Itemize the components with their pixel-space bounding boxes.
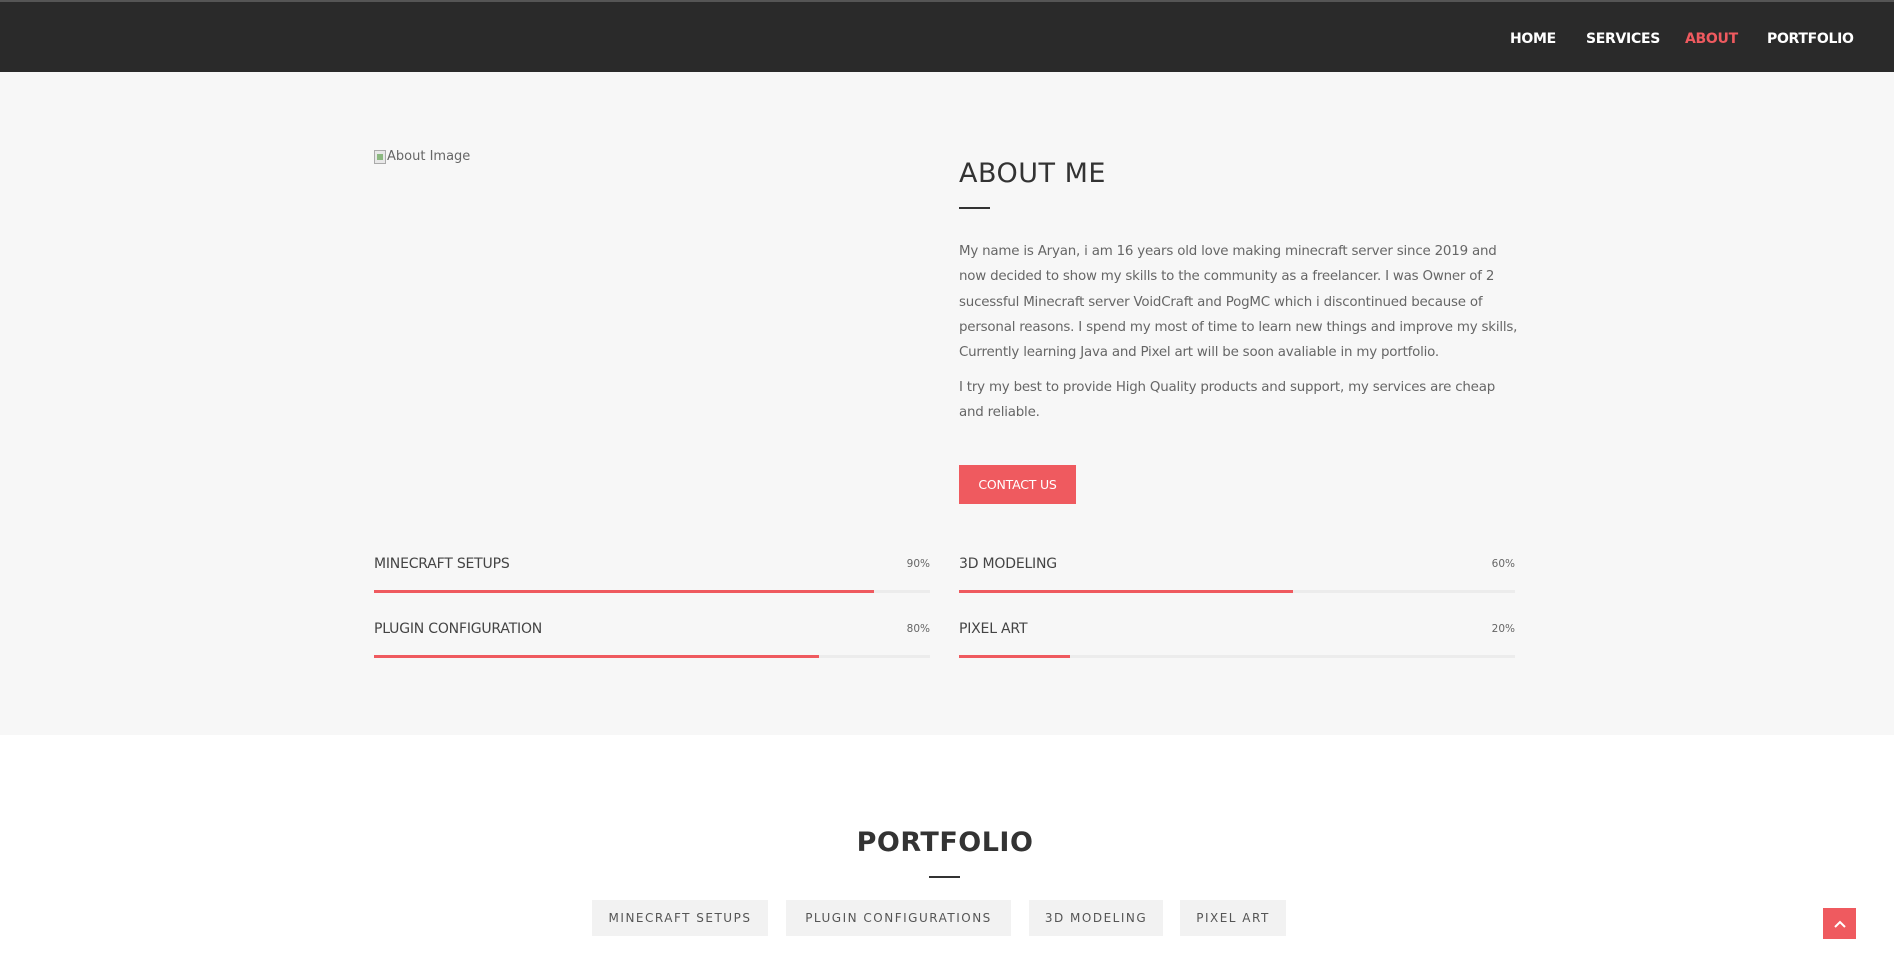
about-paragraph-2: I try my best to provide High Quality pr…	[959, 380, 1496, 421]
filter-3d-modeling[interactable]: 3D MODELING	[1029, 900, 1163, 936]
portfolio-title: PORTFOLIO	[856, 827, 1034, 858]
skill-plugin-configuration: PLUGIN CONFIGURATION 80%	[374, 621, 930, 661]
skill-progress-bar	[374, 590, 875, 593]
filter-plugin-configurations[interactable]: PLUGIN CONFIGURATIONS	[786, 900, 1011, 936]
skill-track	[374, 655, 930, 658]
back-to-top-button[interactable]	[1823, 908, 1856, 939]
skill-progress-bar	[959, 590, 1293, 593]
about-paragraph-1: My name is Aryan, i am 16 years old love…	[959, 244, 1518, 361]
skill-name: MINECRAFT SETUPS	[374, 556, 510, 572]
skill-progress-bar	[374, 655, 819, 658]
about-section: About Image ABOUT ME My name is Aryan, i…	[0, 72, 1894, 735]
portfolio-title-divider	[929, 876, 960, 878]
filter-pixel-art[interactable]: PIXEL ART	[1180, 900, 1286, 936]
skill-name: 3D MODELING	[959, 556, 1057, 572]
navbar: HOME SERVICES ABOUT PORTFOLIO	[0, 0, 1894, 72]
nav-about-link[interactable]: ABOUT	[1685, 31, 1738, 47]
about-title-divider	[959, 207, 990, 209]
skill-pixel-art: PIXEL ART 20%	[959, 621, 1515, 661]
filter-minecraft-setups[interactable]: MINECRAFT SETUPS	[592, 900, 768, 936]
skill-track	[959, 590, 1515, 593]
skill-3d-modeling: 3D MODELING 60%	[959, 556, 1515, 596]
skill-name: PIXEL ART	[959, 621, 1028, 637]
about-title: ABOUT ME	[959, 158, 1106, 189]
nav-services-link[interactable]: SERVICES	[1586, 31, 1660, 47]
skill-percent: 60%	[1491, 558, 1515, 570]
skill-percent: 80%	[906, 623, 930, 635]
skill-minecraft-setups: MINECRAFT SETUPS 90%	[374, 556, 930, 596]
skill-track	[959, 655, 1515, 658]
skill-track	[374, 590, 930, 593]
skill-percent: 90%	[906, 558, 930, 570]
skill-percent: 20%	[1491, 623, 1515, 635]
skill-name: PLUGIN CONFIGURATION	[374, 621, 543, 637]
about-image: About Image	[374, 149, 470, 164]
broken-image-icon	[374, 149, 386, 164]
contact-us-button[interactable]: CONTACT US	[959, 465, 1076, 504]
about-image-alt-text: About Image	[387, 149, 471, 164]
chevron-up-icon	[1833, 920, 1846, 928]
nav-home-link[interactable]: HOME	[1510, 31, 1556, 47]
nav-portfolio-link[interactable]: PORTFOLIO	[1767, 31, 1854, 47]
skill-progress-bar	[959, 655, 1071, 658]
